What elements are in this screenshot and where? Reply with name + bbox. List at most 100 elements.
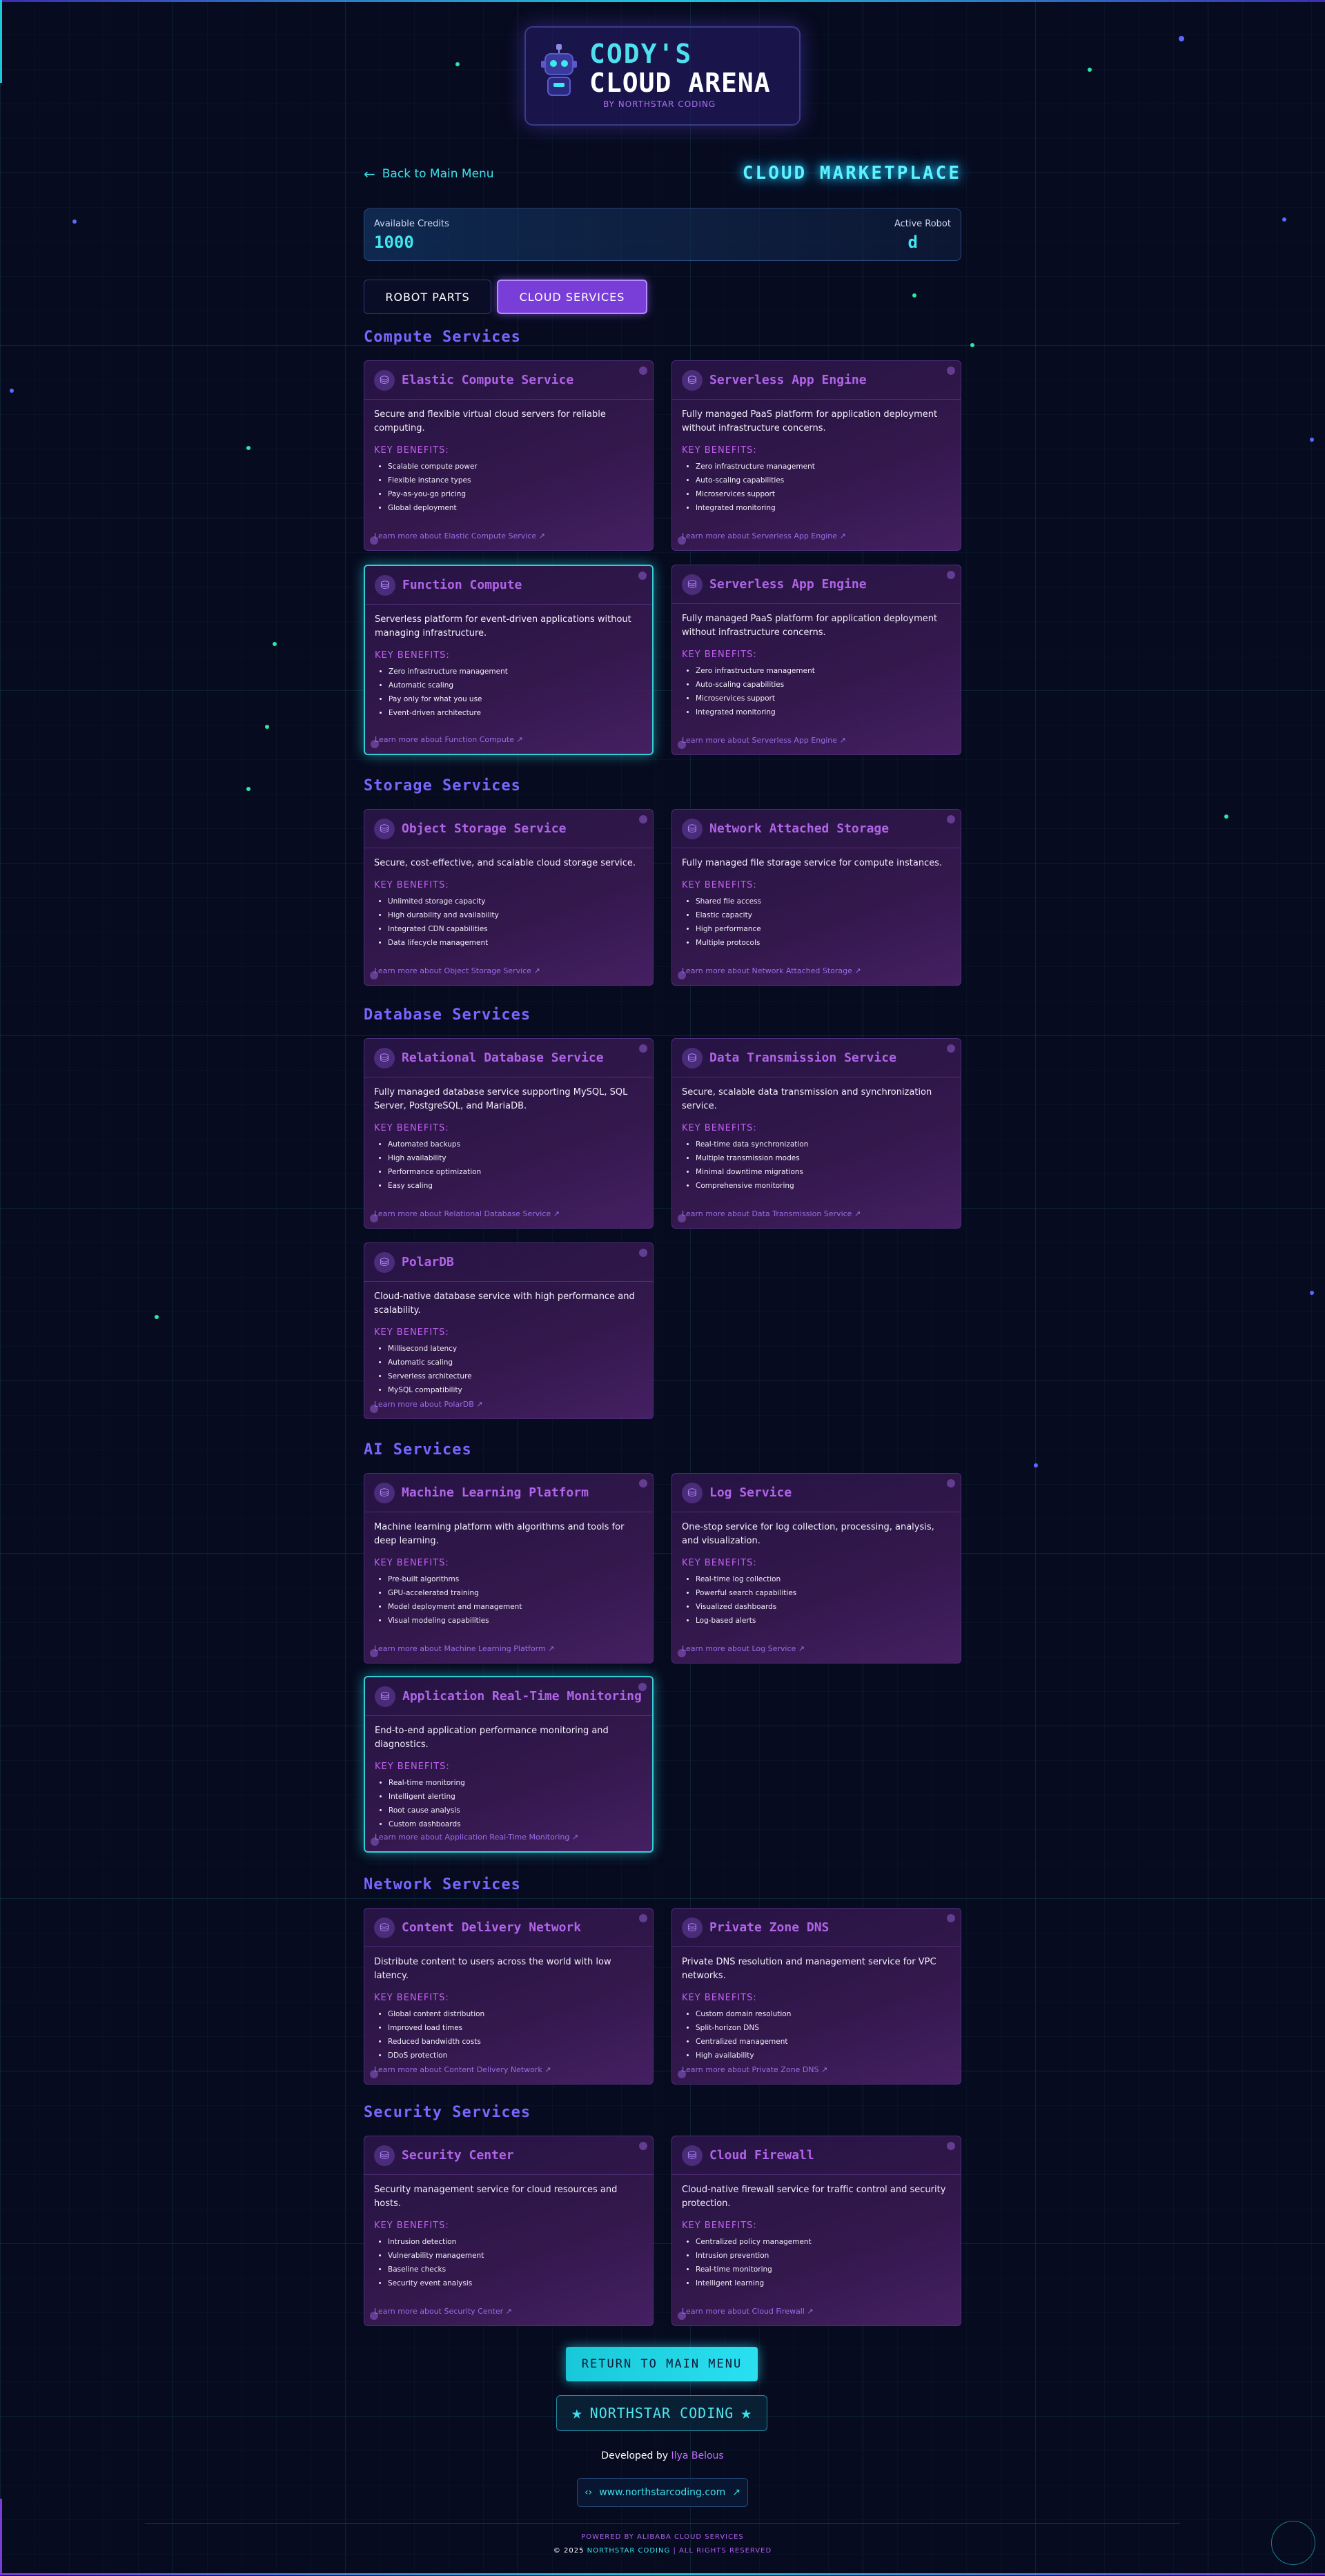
card-title: Data Transmission Service	[709, 1051, 896, 1065]
benefit-item: High availability	[388, 1151, 643, 1165]
service-card[interactable]: ⛁ Machine Learning Platform Machine lear…	[364, 1473, 654, 1663]
benefit-item: Security event analysis	[388, 2276, 643, 2290]
developer-name[interactable]: Ilya Belous	[671, 2450, 724, 2461]
benefits-label: KEY BENEFITS:	[374, 2221, 449, 2231]
benefit-item: Baseline checks	[388, 2263, 643, 2276]
learn-more-link[interactable]: Learn more about Elastic Compute Service…	[374, 531, 545, 540]
learn-more-link[interactable]: Learn more about Cloud Firewall ↗	[682, 2307, 814, 2316]
back-to-main-menu-link[interactable]: ← Back to Main Menu	[364, 166, 494, 182]
back-link-label: Back to Main Menu	[382, 167, 494, 181]
learn-more-label: Learn more about PolarDB	[374, 1400, 474, 1409]
benefits-label: KEY BENEFITS:	[374, 1123, 449, 1133]
benefits-label: KEY BENEFITS:	[682, 2221, 757, 2231]
service-card[interactable]: ⛁ Object Storage Service Secure, cost-ef…	[364, 809, 654, 986]
benefit-item: Visualized dashboards	[696, 1600, 951, 1614]
benefit-item: Integrated monitoring	[696, 705, 951, 719]
learn-more-link[interactable]: Learn more about Serverless App Engine ↗	[682, 736, 846, 745]
logo-line2: CLOUD ARENA	[589, 68, 771, 98]
service-card[interactable]: ⛁ Log Service One-stop service for log c…	[671, 1473, 961, 1663]
benefits-list: Global content distributionImproved load…	[374, 2007, 643, 2062]
learn-more-link[interactable]: Learn more about Object Storage Service …	[374, 966, 540, 975]
learn-more-link[interactable]: Learn more about Private Zone DNS ↗	[682, 2065, 827, 2074]
learn-more-link[interactable]: Learn more about Application Real-Time M…	[375, 1833, 578, 1842]
service-card[interactable]: ⛁ Data Transmission Service Secure, scal…	[671, 1038, 961, 1229]
card-body: Cloud-native database service with high …	[364, 1282, 653, 1397]
learn-more-link[interactable]: Learn more about Log Service ↗	[682, 1644, 805, 1653]
service-card[interactable]: ⛁ Function Compute Serverless platform f…	[364, 565, 654, 755]
benefits-label: KEY BENEFITS:	[374, 1327, 449, 1338]
learn-more-link[interactable]: Learn more about Function Compute ↗	[375, 735, 523, 744]
tab-robot-parts[interactable]: ROBOT PARTS	[364, 280, 491, 314]
benefits-label: KEY BENEFITS:	[374, 1558, 449, 1568]
benefit-item: Event-driven architecture	[389, 706, 642, 720]
service-card[interactable]: ⛁ Application Real-Time Monitoring End-t…	[364, 1676, 654, 1853]
learn-more-label: Learn more about Log Service	[682, 1644, 796, 1653]
benefits-label: KEY BENEFITS:	[375, 650, 450, 661]
tab-cloud-services[interactable]: CLOUD SERVICES	[497, 280, 647, 314]
service-card[interactable]: ⛁ Serverless App Engine Fully managed Pa…	[671, 565, 961, 755]
benefits-list: Shared file accessElastic capacityHigh p…	[682, 895, 951, 950]
section-title-storage: Storage Services	[364, 777, 521, 794]
star-dot	[1282, 217, 1286, 222]
copyright-text: © 2025 NORTHSTAR CODING | ALL RIGHTS RES…	[0, 2547, 1325, 2555]
database-icon: ⛁	[374, 369, 395, 391]
benefits-label: KEY BENEFITS:	[374, 880, 449, 890]
star-dot	[246, 787, 251, 791]
benefits-label: KEY BENEFITS:	[682, 1558, 757, 1568]
learn-more-link[interactable]: Learn more about Content Delivery Networ…	[374, 2065, 551, 2074]
card-body: Secure, cost-effective, and scalable clo…	[364, 848, 653, 950]
copyright-year: © 2025	[553, 2547, 585, 2555]
website-link[interactable]: ‹› www.northstarcoding.com ↗	[577, 2478, 748, 2507]
benefits-label: KEY BENEFITS:	[374, 445, 449, 456]
learn-more-label: Learn more about Cloud Firewall	[682, 2307, 805, 2316]
card-title: Machine Learning Platform	[402, 1485, 589, 1500]
learn-more-label: Learn more about Data Transmission Servi…	[682, 1209, 852, 1218]
benefits-list: Automated backupsHigh availabilityPerfor…	[374, 1138, 643, 1193]
card-title: Private Zone DNS	[709, 1920, 830, 1935]
card-description: Cloud-native firewall service for traffi…	[682, 2185, 946, 2209]
benefit-item: Intrusion prevention	[696, 2249, 951, 2263]
card-header: ⛁ Relational Database Service	[364, 1039, 653, 1077]
section-title-database: Database Services	[364, 1006, 531, 1024]
learn-more-link[interactable]: Learn more about Relational Database Ser…	[374, 1209, 560, 1218]
code-icon: ‹›	[585, 2487, 593, 2498]
benefit-item: Multiple protocols	[696, 936, 951, 950]
service-card[interactable]: ⛁ Cloud Firewall Cloud-native firewall s…	[671, 2136, 961, 2326]
learn-more-link[interactable]: Learn more about Data Transmission Servi…	[682, 1209, 861, 1218]
corner-dot	[678, 2312, 686, 2320]
service-card[interactable]: ⛁ Network Attached Storage Fully managed…	[671, 809, 961, 986]
card-header: ⛁ Private Zone DNS	[672, 1909, 961, 1947]
benefit-item: Real-time monitoring	[389, 1776, 642, 1790]
benefit-item: Real-time data synchronization	[696, 1138, 951, 1151]
service-card[interactable]: ⛁ Serverless App Engine Fully managed Pa…	[671, 360, 961, 551]
corner-dot	[370, 2070, 378, 2078]
card-body: One-stop service for log collection, pro…	[672, 1512, 961, 1628]
northstar-badge[interactable]: ★ NORTHSTAR CODING ★	[556, 2395, 767, 2431]
benefit-item: Intrusion detection	[388, 2235, 643, 2249]
learn-more-link[interactable]: Learn more about Security Center ↗	[374, 2307, 512, 2316]
copyright-suffix: | ALL RIGHTS RESERVED	[673, 2547, 772, 2555]
service-card[interactable]: ⛁ Elastic Compute Service Secure and fle…	[364, 360, 654, 551]
service-card[interactable]: ⛁ Private Zone DNS Private DNS resolutio…	[671, 1908, 961, 2085]
benefit-item: Pay-as-you-go pricing	[388, 487, 643, 501]
return-to-main-menu-button[interactable]: RETURN TO MAIN MENU	[566, 2347, 758, 2381]
corner-dot	[639, 1044, 647, 1053]
learn-more-link[interactable]: Learn more about PolarDB ↗	[374, 1400, 483, 1409]
learn-more-link[interactable]: Learn more about Serverless App Engine ↗	[682, 531, 846, 540]
corner-dot	[678, 1649, 686, 1657]
star-icon: ★	[740, 2403, 752, 2423]
service-card[interactable]: ⛁ Security Center Security management se…	[364, 2136, 654, 2326]
learn-more-link[interactable]: Learn more about Machine Learning Platfo…	[374, 1644, 554, 1653]
service-card[interactable]: ⛁ PolarDB Cloud-native database service …	[364, 1242, 654, 1419]
learn-more-link[interactable]: Learn more about Network Attached Storag…	[682, 966, 861, 975]
star-dot	[1224, 814, 1228, 819]
card-body: Cloud-native firewall service for traffi…	[672, 2175, 961, 2290]
card-description: End-to-end application performance monit…	[375, 1726, 609, 1750]
database-icon: ⛁	[374, 1917, 395, 1938]
star-dot	[455, 62, 460, 66]
benefit-item: DDoS protection	[388, 2049, 643, 2062]
service-card[interactable]: ⛁ Content Delivery Network Distribute co…	[364, 1908, 654, 2085]
benefit-item: High performance	[696, 922, 951, 936]
service-card[interactable]: ⛁ Relational Database Service Fully mana…	[364, 1038, 654, 1229]
corner-dot	[370, 2312, 378, 2320]
